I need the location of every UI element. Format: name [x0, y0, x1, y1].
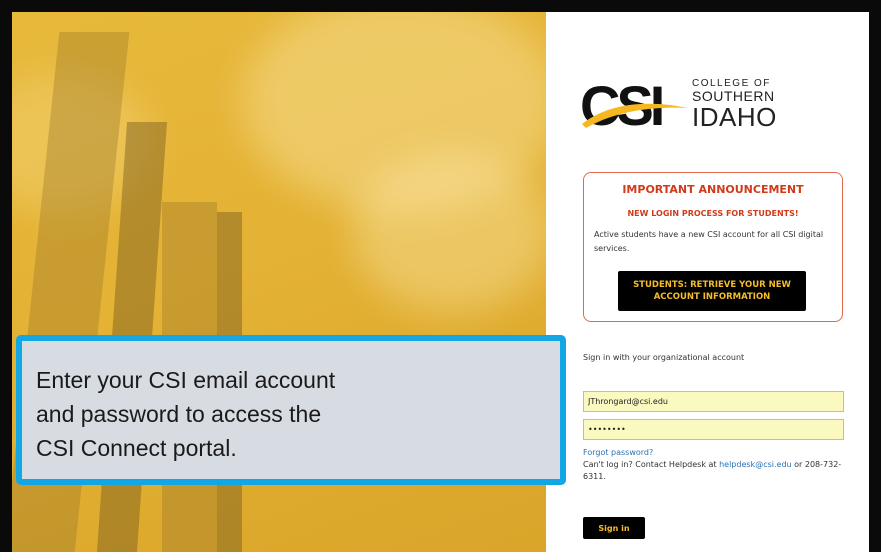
- csi-logo: CSI COLLEGE OF SOUTHERN IDAHO: [580, 76, 790, 136]
- email-field[interactable]: [583, 391, 844, 412]
- announcement-box: IMPORTANT ANNOUNCEMENT NEW LOGIN PROCESS…: [583, 172, 843, 322]
- announcement-body: Active students have a new CSI account f…: [594, 230, 824, 253]
- callout-text: Enter your CSI email account and passwor…: [36, 367, 336, 461]
- signin-instructions: Sign in with your organizational account: [583, 353, 745, 362]
- forgot-password-link[interactable]: Forgot password?: [583, 448, 653, 457]
- helpdesk-email-link[interactable]: helpdesk@csi.edu: [719, 460, 792, 469]
- helpdesk-prefix: Can't log in? Contact Helpdesk at: [583, 460, 720, 469]
- instruction-callout: Enter your CSI email account and passwor…: [16, 335, 566, 485]
- password-field[interactable]: [583, 419, 844, 440]
- announcement-subtitle: NEW LOGIN PROCESS FOR STUDENTS!: [627, 209, 799, 218]
- retrieve-account-button[interactable]: STUDENTS: RETRIEVE YOUR NEW ACCOUNT INFO…: [618, 271, 806, 311]
- announcement-title: IMPORTANT ANNOUNCEMENT: [622, 183, 804, 196]
- helpdesk-text: Can't log in? Contact Helpdesk at helpde…: [583, 459, 853, 483]
- logo-swoosh-icon: [582, 103, 688, 128]
- logo-wordmark: COLLEGE OF SOUTHERN IDAHO: [692, 78, 777, 130]
- frame-edge: [869, 12, 881, 552]
- logo-line-idaho: IDAHO: [692, 102, 777, 132]
- sign-in-button[interactable]: Sign in: [583, 517, 645, 539]
